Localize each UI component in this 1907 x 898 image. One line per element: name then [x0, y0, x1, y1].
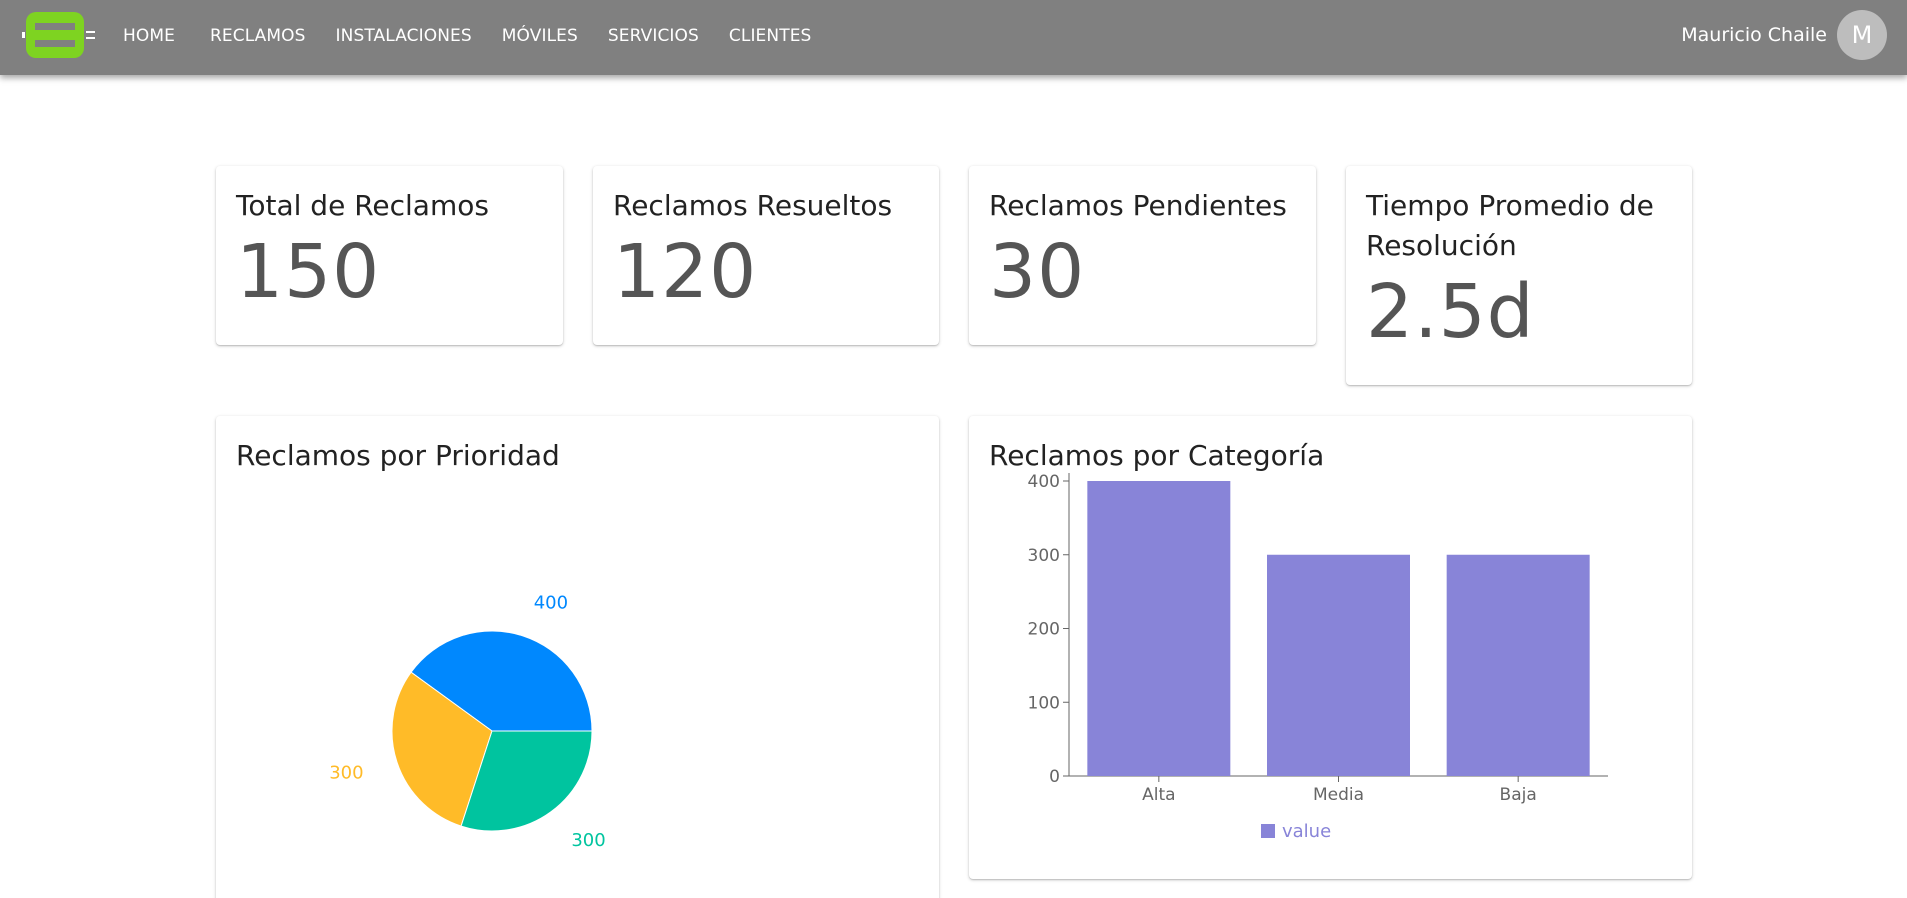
pie-label: 300: [329, 763, 363, 784]
legend-swatch: [1261, 824, 1275, 838]
stat-card-pending: Reclamos Pendientes 30: [969, 166, 1316, 345]
y-tick-label: 0: [1049, 767, 1060, 787]
avatar[interactable]: M: [1837, 10, 1887, 60]
nav-reclamos[interactable]: RECLAMOS: [195, 26, 321, 46]
nav-clientes[interactable]: CLIENTES: [714, 26, 827, 46]
bar[interactable]: [1446, 554, 1590, 776]
pie-label: 300: [571, 830, 605, 851]
bar[interactable]: [1087, 481, 1231, 776]
logo-icon[interactable]: [22, 9, 100, 61]
x-tick-label: Baja: [1500, 785, 1537, 805]
top-navbar: HOME RECLAMOS INSTALACIONES MÓVILES SERV…: [0, 0, 1907, 75]
stat-value: 2.5d: [1366, 269, 1535, 355]
x-tick-label: Alta: [1142, 785, 1175, 805]
user-name: Mauricio Chaile: [1681, 24, 1827, 46]
nav-servicios[interactable]: SERVICIOS: [593, 26, 714, 46]
x-tick-label: Media: [1313, 785, 1364, 805]
y-tick-label: 200: [1028, 620, 1060, 640]
nav-moviles[interactable]: MÓVILES: [487, 26, 593, 46]
stat-card-avg-time: Tiempo Promedio de Resolución 2.5d: [1346, 166, 1692, 385]
stat-card-total: Total de Reclamos 150: [216, 166, 563, 345]
user-menu[interactable]: Mauricio Chaile M: [1681, 10, 1887, 60]
category-chart-card: Reclamos por Categoría 0 100 200 300 400 Alta…: [969, 416, 1692, 879]
stat-title: Reclamos Resueltos: [613, 189, 893, 222]
chart-legend: value: [1261, 821, 1331, 842]
stat-title: Total de Reclamos: [236, 189, 489, 222]
stat-card-resolved: Reclamos Resueltos 120: [593, 166, 939, 345]
nav-home[interactable]: HOME: [112, 26, 195, 46]
y-tick-label: 400: [1028, 472, 1060, 492]
bar[interactable]: [1267, 554, 1410, 776]
category-bar-chart: 0 100 200 300 400 Alta Media Baja value: [1028, 472, 1608, 842]
nav-instalaciones[interactable]: INSTALACIONES: [321, 26, 487, 46]
stat-title: Tiempo Promedio de Resolución: [1366, 189, 1654, 262]
priority-pie-chart: 400 300 300: [329, 593, 605, 852]
stat-value: 150: [236, 229, 381, 315]
legend-label: value: [1282, 821, 1331, 842]
stat-value: 120: [613, 229, 758, 315]
y-tick-label: 100: [1028, 693, 1060, 713]
stat-title: Reclamos Pendientes: [989, 189, 1287, 222]
y-tick-label: 300: [1028, 546, 1060, 566]
pie-label: 400: [534, 593, 568, 614]
stat-value: 30: [989, 229, 1086, 315]
main-nav: HOME RECLAMOS INSTALACIONES MÓVILES SERV…: [112, 0, 826, 71]
priority-chart-card: Reclamos por Prioridad 400 300 300: [216, 416, 939, 898]
